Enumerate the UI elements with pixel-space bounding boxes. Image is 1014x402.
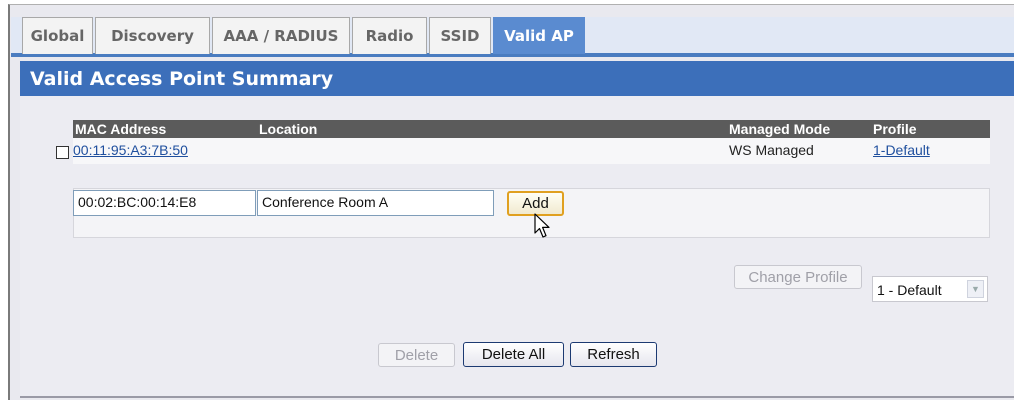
tab-aaa-radius[interactable]: AAA / RADIUS	[212, 17, 350, 54]
mac-address-link[interactable]: 00:11:95:A3:7B:50	[73, 142, 188, 158]
chevron-down-icon[interactable]: ▼	[967, 280, 984, 298]
profile-select-value: 1 - Default	[877, 282, 942, 298]
mouse-pointer-icon	[534, 213, 550, 238]
location-input[interactable]: Conference Room A	[257, 190, 494, 216]
tab-radio[interactable]: Radio	[352, 17, 427, 54]
section-title: Valid Access Point Summary	[20, 61, 1014, 96]
tab-valid-ap[interactable]: Valid AP	[493, 17, 585, 54]
column-header-mac: MAC Address	[75, 121, 167, 137]
tab-bar: Global Discovery AAA / RADIUS Radio SSID…	[11, 17, 1014, 57]
tab-ssid[interactable]: SSID	[429, 17, 491, 54]
table-header: MAC Address Location Managed Mode Profil…	[73, 120, 990, 138]
column-header-managed-mode: Managed Mode	[729, 121, 831, 137]
table-row: 00:11:95:A3:7B:50 WS Managed 1-Default	[73, 138, 990, 164]
tab-discovery[interactable]: Discovery	[95, 17, 210, 54]
change-profile-button[interactable]: Change Profile	[734, 265, 862, 289]
tab-global[interactable]: Global	[22, 17, 93, 54]
mac-address-input[interactable]: 00:02:BC:00:14:E8	[73, 190, 256, 216]
delete-button[interactable]: Delete	[378, 343, 455, 367]
column-header-profile: Profile	[873, 121, 917, 137]
column-header-location: Location	[259, 121, 318, 137]
profile-select[interactable]: 1 - Default ▼	[872, 276, 988, 302]
refresh-button[interactable]: Refresh	[570, 342, 657, 367]
row-select-checkbox[interactable]	[56, 146, 69, 159]
profile-link[interactable]: 1-Default	[873, 142, 930, 158]
delete-all-button[interactable]: Delete All	[463, 342, 564, 367]
managed-mode-cell: WS Managed	[729, 142, 814, 158]
